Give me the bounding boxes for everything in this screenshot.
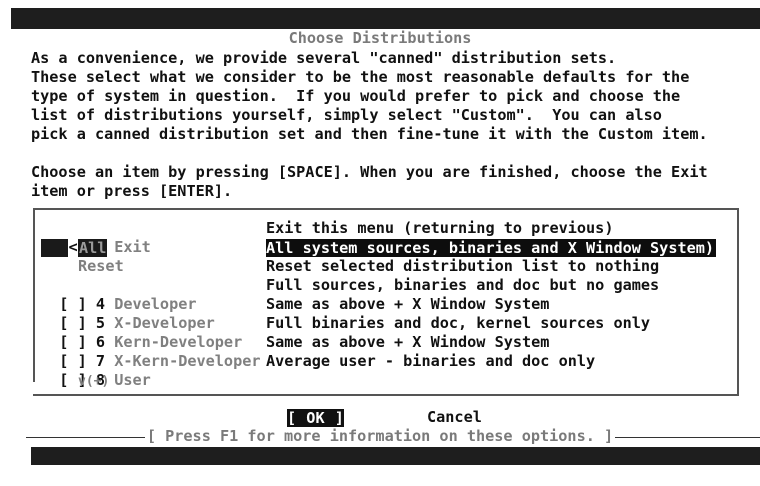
scroll-more-indicator[interactable]: v(+) — [78, 372, 109, 391]
menu-item-developer-description: Full sources, binaries and doc but no ga… — [266, 276, 660, 294]
intro-line-2: These select what we consider to be the … — [31, 68, 690, 86]
intro-line-3: type of system in question. If you would… — [31, 87, 681, 105]
dialog-shadow — [31, 447, 760, 465]
instruction-line-1: Choose an item by pressing [SPACE]. When… — [31, 163, 708, 181]
ok-button[interactable]: [ OK ] — [287, 409, 344, 427]
intro-line-1: As a convenience, we provide several "ca… — [31, 49, 617, 67]
instruction-line-2: item or press [ENTER]. — [31, 182, 233, 200]
menu-item-x-kern-developer[interactable]: [ ] 7 X-Kern-Developer — [41, 333, 260, 370]
menu-item-x-kern-developer-description: Same as above + X Window System — [266, 333, 550, 351]
menu-list-frame-left — [33, 210, 35, 382]
dialog-shadow-gap — [11, 447, 31, 486]
menu-item-reset-description: Reset selected distribution list to noth… — [266, 257, 660, 275]
menu-item-kern-developer-description: Full binaries and doc, kernel sources on… — [266, 314, 651, 332]
ok-button-left-bracket: [ — [287, 409, 306, 427]
ok-button-label: OK — [305, 409, 326, 427]
cancel-button[interactable]: Cancel — [427, 408, 482, 427]
footer-help-hint: [ Press F1 for more information on these… — [0, 427, 760, 446]
menu-item-exit-description: Exit this menu (returning to previous) — [266, 219, 614, 237]
menu-item-x-developer-description: Same as above + X Window System — [266, 295, 550, 313]
intro-line-5: pick a canned distribution set and then … — [31, 125, 708, 143]
menu-item-developer[interactable]: [ ] 4 Developer — [41, 276, 196, 313]
footer-help-text: [ Press F1 for more information on these… — [144, 427, 616, 445]
menu-item-user[interactable]: [ ] 8 User — [41, 352, 150, 389]
menu-item-user-description: Average user - binaries and doc only — [266, 352, 596, 370]
intro-line-4: list of distributions yourself, simply s… — [31, 106, 662, 124]
menu-item-reset[interactable]: Reset — [78, 257, 124, 276]
ok-button-right-bracket: ] — [325, 409, 344, 427]
menu-item-x-developer[interactable]: [ ] 5 X-Developer — [41, 295, 215, 332]
menu-item-all-description: All system sources, binaries and X Windo… — [266, 239, 717, 257]
menu-item-kern-developer[interactable]: [ ] 6 Kern-Developer — [41, 314, 242, 351]
menu-item-all[interactable]: All — [78, 239, 108, 257]
screen-top-bar — [11, 8, 760, 29]
menu-item-user-label: User — [114, 371, 151, 389]
menu-item-exit[interactable]: <<< X Exit — [41, 219, 150, 256]
menu-item-all-cursor — [41, 239, 68, 257]
dialog-title: Choose Distributions — [288, 29, 472, 47]
menu-item-exit-label: Exit — [114, 238, 151, 256]
